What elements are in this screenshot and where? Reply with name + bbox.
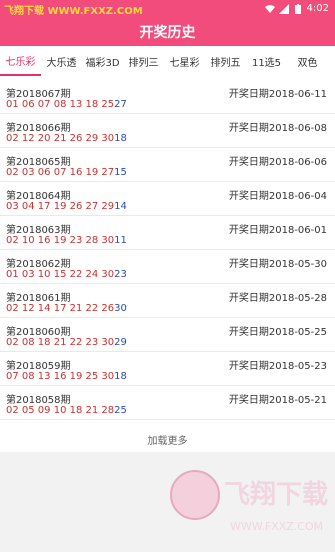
period: 第2018060期	[6, 327, 71, 338]
red-numbers: 02 12 14 17 21 22 26	[6, 303, 115, 314]
list-item[interactable]: 第2018058期 开奖日期2018-05-21 02 05 09 10 18 …	[0, 386, 335, 420]
blue-number: 23	[114, 269, 127, 280]
page-title: 开奖历史	[139, 25, 196, 41]
blue-number: 15	[114, 167, 127, 178]
signal-icon	[278, 3, 289, 14]
list-item[interactable]: 第2018064期 开奖日期2018-06-04 03 04 17 19 26 …	[0, 182, 335, 216]
wifi-icon	[264, 4, 275, 14]
app-bar: 开奖历史	[0, 18, 335, 46]
lottery-tabs: 七乐彩 大乐透 福彩3D 排列三 七星彩 排列五 11选5 双色	[0, 46, 335, 81]
red-numbers: 01 06 07 08 13 18 25	[6, 99, 115, 110]
draw-date: 开奖日期2018-05-30	[228, 259, 327, 270]
numbers: 01 06 07 08 13 18 2527	[6, 99, 127, 110]
list-item[interactable]: 第2018067期 开奖日期2018-06-11 01 06 07 08 13 …	[0, 80, 335, 114]
list-item[interactable]: 第2018059期 开奖日期2018-05-23 07 08 13 16 19 …	[0, 352, 335, 386]
numbers: 02 12 20 21 26 29 3018	[6, 133, 127, 144]
list-item[interactable]: 第2018066期 开奖日期2018-06-08 02 12 20 21 26 …	[0, 114, 335, 148]
red-numbers: 03 04 17 19 26 27 29	[6, 201, 115, 212]
status-right: 4:02	[264, 3, 329, 14]
tab-qilecai[interactable]: 七乐彩	[0, 51, 41, 76]
numbers: 07 08 13 16 19 25 3018	[6, 371, 127, 382]
draw-date: 开奖日期2018-06-01	[228, 225, 327, 236]
blue-number: 25	[114, 405, 127, 416]
tab-pailiewu[interactable]: 排列五	[205, 52, 246, 75]
red-numbers: 02 10 16 19 23 28 30	[6, 235, 115, 246]
numbers: 02 08 18 21 22 23 3029	[6, 337, 127, 348]
draw-date: 开奖日期2018-05-23	[228, 361, 327, 372]
red-numbers: 07 08 13 16 19 25 30	[6, 371, 115, 382]
period: 第2018067期	[6, 89, 71, 100]
load-more-button[interactable]: 加载更多	[0, 432, 335, 456]
draw-date: 开奖日期2018-05-28	[228, 293, 327, 304]
numbers: 01 03 10 15 22 24 3023	[6, 269, 127, 280]
period: 第2018059期	[6, 361, 71, 372]
status-left-text: 飞翔下载 WWW.FXXZ.COM	[4, 6, 143, 17]
draw-date: 开奖日期2018-05-21	[228, 395, 327, 406]
draw-date: 开奖日期2018-06-08	[228, 123, 327, 134]
status-bar: 飞翔下载 WWW.FXXZ.COM 4:02	[0, 0, 335, 18]
red-numbers: 01 03 10 15 22 24 30	[6, 269, 115, 280]
list-item[interactable]: 第2018062期 开奖日期2018-05-30 01 03 10 15 22 …	[0, 250, 335, 284]
numbers: 02 12 14 17 21 22 2630	[6, 303, 127, 314]
period: 第2018063期	[6, 225, 71, 236]
period: 第2018065期	[6, 157, 71, 168]
draw-date: 开奖日期2018-06-06	[228, 157, 327, 168]
numbers: 02 05 09 10 18 21 2825	[6, 405, 127, 416]
draw-date: 开奖日期2018-06-04	[228, 191, 327, 202]
numbers: 02 10 16 19 23 28 3011	[6, 235, 127, 246]
list-item[interactable]: 第2018061期 开奖日期2018-05-28 02 12 14 17 21 …	[0, 284, 335, 318]
blue-number: 18	[114, 371, 127, 382]
tab-shuangse[interactable]: 双色	[287, 52, 328, 75]
numbers: 02 03 06 07 16 19 2715	[6, 167, 127, 178]
red-numbers: 02 12 20 21 26 29 30	[6, 133, 115, 144]
blue-number: 11	[114, 235, 127, 246]
numbers: 03 04 17 19 26 27 2914	[6, 201, 127, 212]
watermark-text: 飞翔下载	[224, 480, 329, 510]
watermark-url: WWW.FXXZ.COM	[230, 520, 324, 533]
status-time: 4:02	[306, 3, 329, 14]
period: 第2018066期	[6, 123, 71, 134]
period: 第2018062期	[6, 259, 71, 270]
tab-pailiesan[interactable]: 排列三	[123, 52, 164, 75]
tab-fucai3d[interactable]: 福彩3D	[82, 52, 123, 75]
tab-11xuan5[interactable]: 11选5	[246, 52, 287, 75]
list-item[interactable]: 第2018063期 开奖日期2018-06-01 02 10 16 19 23 …	[0, 216, 335, 250]
draw-date: 开奖日期2018-06-11	[228, 89, 327, 100]
blue-number: 30	[114, 303, 127, 314]
draw-date: 开奖日期2018-05-25	[228, 327, 327, 338]
period: 第2018064期	[6, 191, 71, 202]
blue-number: 27	[114, 99, 127, 110]
battery-icon	[293, 3, 303, 14]
red-numbers: 02 08 18 21 22 23 30	[6, 337, 115, 348]
tab-daletou[interactable]: 大乐透	[41, 52, 82, 75]
blue-number: 18	[114, 133, 127, 144]
period: 第2018061期	[6, 293, 71, 304]
period: 第2018058期	[6, 395, 71, 406]
tab-qixingcai[interactable]: 七星彩	[164, 52, 205, 75]
blue-number: 29	[114, 337, 127, 348]
watermark-logo-icon	[170, 470, 220, 520]
blue-number: 14	[114, 201, 127, 212]
draw-history-list: 第2018067期 开奖日期2018-06-11 01 06 07 08 13 …	[0, 80, 335, 452]
list-item[interactable]: 第2018065期 开奖日期2018-06-06 02 03 06 07 16 …	[0, 148, 335, 182]
red-numbers: 02 03 06 07 16 19 27	[6, 167, 115, 178]
red-numbers: 02 05 09 10 18 21 28	[6, 405, 115, 416]
list-item[interactable]: 第2018060期 开奖日期2018-05-25 02 08 18 21 22 …	[0, 318, 335, 352]
